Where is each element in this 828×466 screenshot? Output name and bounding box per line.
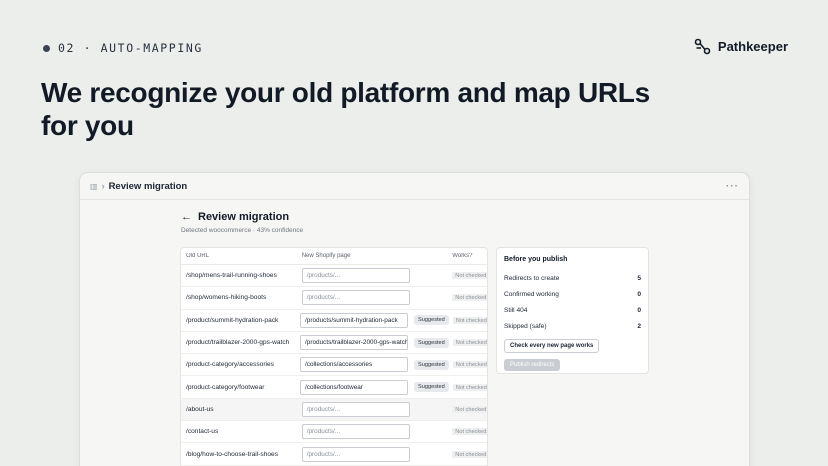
page-header: ← Review migration Detected woocommerce … [181,211,303,234]
breadcrumb[interactable]: Review migration [109,181,188,192]
works-cell: Not checked [448,405,487,413]
sidebar-toggle-icon[interactable]: ▥ [90,182,98,191]
table-row: /contact-us/products/... Not checked [181,421,487,444]
summary-value: 0 [637,306,641,314]
new-page-input[interactable]: /products/summit-hydration-pack [300,312,409,328]
new-page-input[interactable]: /collections/accessories [300,357,409,373]
col-old-url: Old URL [186,253,210,259]
mapping-table: Old URL New Shopify page Works? /shop/me… [180,247,488,466]
old-url-cell: /about-us [186,405,214,413]
brand[interactable]: Pathkeeper [694,38,788,55]
summary-value: 0 [637,290,641,298]
eyebrow-label: 02 · AUTO-MAPPING [58,41,203,55]
new-page-cell: /collections/footwear Suggested [300,379,449,395]
old-url-cell: /product-category/accessories [186,361,274,369]
summary-value: 5 [637,274,641,282]
old-url-cell: /blog/how-to-choose-trail-shoes [186,450,278,458]
new-page-input[interactable]: /products/... [301,268,410,284]
summary-row: Still 404 0 [504,302,641,318]
new-page-cell: /collections/accessories Suggested [300,357,449,373]
works-cell: Not checked [449,339,487,347]
status-badge: Not checked [452,405,487,413]
page-title: Review migration [198,211,290,223]
status-badge: Not checked [452,339,487,347]
table-row: /shop/mens-trail-running-shoes/products/… [181,265,487,288]
summary-label: Still 404 [504,306,528,314]
summary-row: Skipped (safe) 2 [504,318,641,334]
table-header: Old URL New Shopify page Works? [181,248,487,265]
window-titlebar: ▥ › Review migration ··· [80,173,749,200]
works-cell: Not checked [448,428,487,436]
summary-value: 2 [637,322,641,330]
new-page-input[interactable]: /products/... [301,424,410,440]
summary-title: Before you publish [504,256,568,263]
status-badge: Not checked [452,428,487,436]
works-cell: Not checked [449,361,487,369]
status-badge: Not checked [452,361,487,369]
new-page-cell: /products/... [301,268,449,284]
summary-label: Confirmed working [504,290,559,298]
bullet-dot-icon [43,44,50,52]
publish-redirects-button[interactable]: Publish redirects [504,359,561,371]
page-subtitle: Detected woocommerce · 43% confidence [181,227,304,234]
new-page-cell: /products/trailblazer-2000-gps-watch Sugg… [300,335,449,351]
old-url-cell: /shop/womens-hiking-boots [186,294,267,302]
table-row: /product/trailblazer-2000-gps-watch/prod… [181,332,487,355]
works-cell: Not checked [449,383,487,391]
publish-summary-panel: Before you publish Redirects to create 5… [496,247,649,374]
col-new-page: New Shopify page [301,253,351,259]
suggested-badge: Suggested [414,382,449,393]
more-options-icon[interactable]: ··· [726,181,739,192]
status-badge: Not checked [452,272,487,280]
summary-label: Redirects to create [504,274,560,282]
works-cell: Not checked [448,272,487,280]
status-badge: Not checked [452,294,487,302]
suggested-badge: Suggested [414,337,449,348]
pathkeeper-logo-icon [694,38,711,55]
old-url-cell: /product/summit-hydration-pack [186,316,279,324]
new-page-input[interactable]: /products/... [301,446,410,462]
table-row: /product-category/accessories/collection… [181,354,487,377]
works-cell: Not checked [449,316,487,324]
table-row: /about-us/products/... Not checked [181,398,487,422]
new-page-cell: /products/... [301,446,449,462]
old-url-cell: /shop/mens-trail-running-shoes [186,272,277,280]
app-window: ▥ › Review migration ··· ← Review migrat… [79,172,750,466]
status-badge: Not checked [452,316,487,324]
new-page-input[interactable]: /products/... [301,290,410,306]
new-page-cell: /products/... [301,401,449,417]
headline: We recognize your old platform and map U… [41,77,650,141]
suggested-badge: Suggested [414,359,449,370]
col-works: Works? [452,253,473,259]
new-page-input[interactable]: /products/... [301,401,410,417]
status-badge: Not checked [452,450,487,458]
brand-name: Pathkeeper [717,39,788,54]
new-page-input[interactable]: /collections/footwear [300,379,409,395]
table-row: /product-category/footwear/collections/f… [181,376,487,399]
check-pages-button[interactable]: Check every new page works [504,339,600,353]
section-eyebrow: 02 · AUTO-MAPPING [43,41,203,55]
table-row: /product/summit-hydration-pack/products/… [181,310,487,332]
summary-row: Confirmed working 0 [504,286,641,302]
table-row: /shop/womens-hiking-boots/products/... No… [181,287,487,310]
status-badge: Not checked [452,383,487,391]
new-page-cell: /products/summit-hydration-pack Suggested [300,312,449,328]
new-page-cell: /products/... [301,290,449,306]
new-page-cell: /products/... [301,424,449,440]
suggested-badge: Suggested [414,315,449,326]
old-url-cell: /product/trailblazer-2000-gps-watch [186,339,290,347]
summary-label: Skipped (safe) [504,322,547,330]
works-cell: Not checked [448,294,487,302]
chevron-right-icon: › [101,181,105,191]
old-url-cell: /contact-us [186,428,219,436]
works-cell: Not checked [448,450,487,458]
back-arrow-icon[interactable]: ← [181,211,192,223]
table-row: /blog/how-to-choose-trail-shoes/products… [181,443,487,466]
new-page-input[interactable]: /products/trailblazer-2000-gps-watch [300,335,409,351]
old-url-cell: /product-category/footwear [186,383,265,391]
summary-row: Redirects to create 5 [504,270,641,286]
